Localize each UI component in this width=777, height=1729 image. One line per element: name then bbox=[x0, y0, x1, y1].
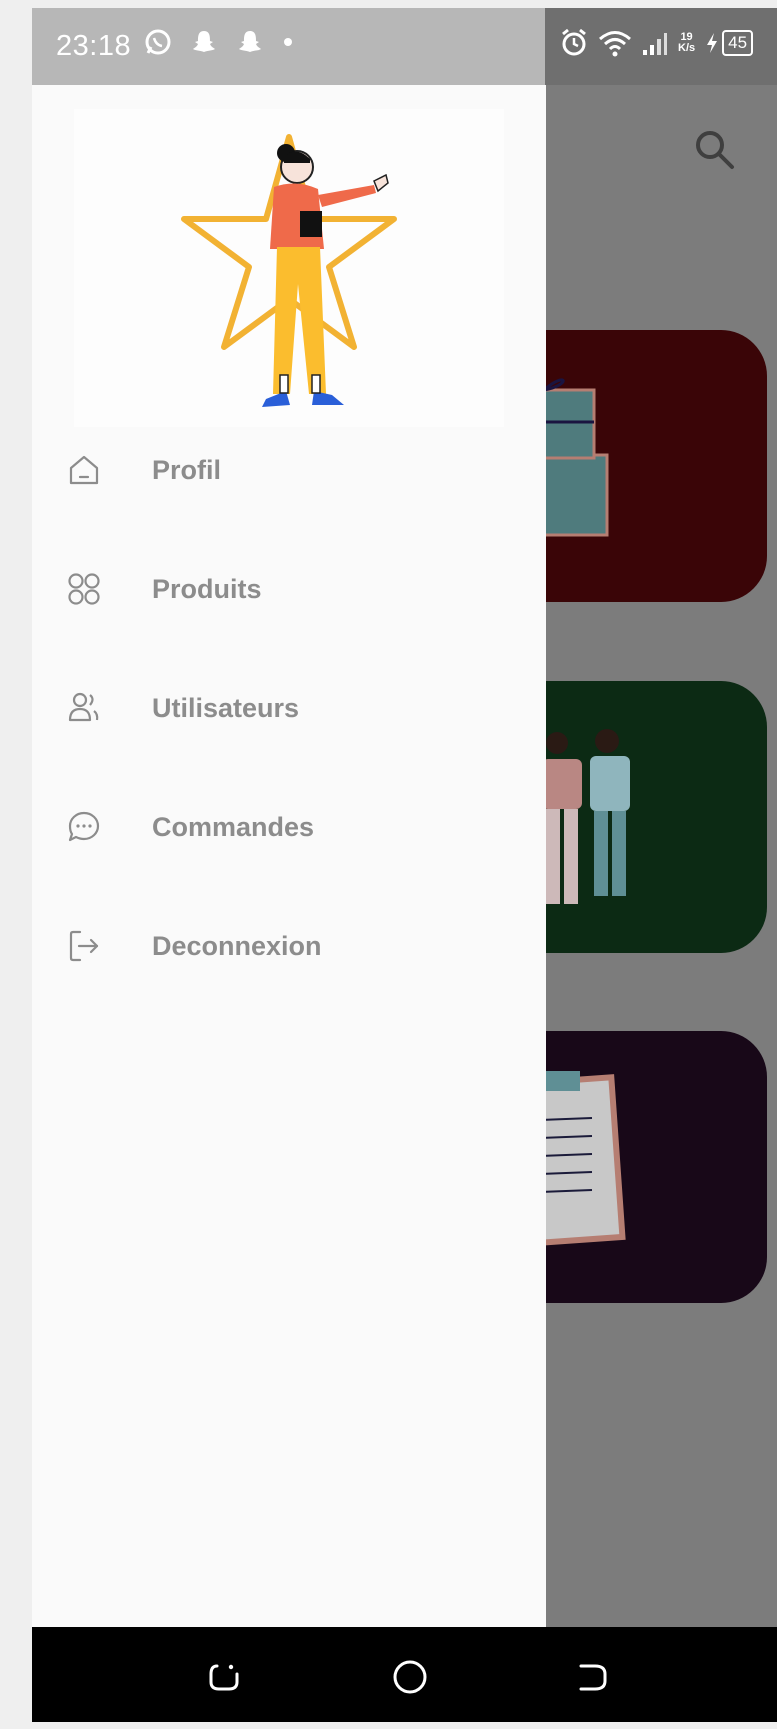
home-button-icon[interactable] bbox=[390, 1657, 430, 1697]
battery-level: 45 bbox=[722, 30, 754, 56]
back-icon[interactable] bbox=[572, 1657, 612, 1697]
drawer-header-illustration bbox=[74, 109, 504, 427]
home-icon bbox=[64, 450, 104, 490]
dot-icon bbox=[284, 38, 292, 46]
whatsapp-icon bbox=[145, 29, 171, 55]
grid-icon bbox=[64, 569, 104, 609]
menu-item-utilisateurs[interactable]: Utilisateurs bbox=[64, 678, 299, 738]
alarm-icon bbox=[562, 28, 586, 56]
navigation-bar bbox=[32, 1627, 777, 1722]
network-speed-unit: K/s bbox=[678, 42, 696, 54]
system-icons: 19 K/s 45 bbox=[560, 28, 754, 58]
menu-item-label: Commandes bbox=[152, 811, 315, 842]
chat-icon bbox=[64, 807, 104, 847]
menu-item-label: Utilisateurs bbox=[152, 692, 300, 723]
users-icon bbox=[64, 688, 104, 728]
menu-item-profil[interactable]: Profil bbox=[64, 440, 221, 500]
recent-apps-icon[interactable] bbox=[204, 1657, 244, 1697]
navigation-drawer: Profil Produits Utilisateurs Commandes D… bbox=[32, 85, 546, 1627]
snapchat-icon bbox=[239, 31, 261, 52]
menu-item-label: Profil bbox=[152, 454, 222, 485]
battery: 45 bbox=[705, 30, 754, 56]
menu-item-label: Deconnexion bbox=[152, 930, 322, 961]
search-icon[interactable] bbox=[692, 127, 736, 176]
menu-item-produits[interactable]: Produits bbox=[64, 559, 262, 619]
status-bar-right: 19 K/s 45 bbox=[545, 8, 777, 85]
notification-icons bbox=[144, 28, 294, 56]
signal-icon bbox=[643, 33, 667, 55]
status-time: 23:18 bbox=[56, 30, 132, 62]
wifi-icon bbox=[599, 31, 631, 57]
menu-item-commandes[interactable]: Commandes bbox=[64, 797, 314, 857]
network-speed: 19 K/s bbox=[678, 32, 695, 54]
menu-item-label: Produits bbox=[152, 573, 262, 604]
charging-icon bbox=[707, 33, 718, 53]
logout-icon bbox=[64, 926, 104, 966]
phone-screen: 23:18 19 K/s 45 Profil Produits Utilisat… bbox=[32, 8, 777, 1722]
menu-item-deconnexion[interactable]: Deconnexion bbox=[64, 916, 322, 976]
snapchat-icon bbox=[193, 31, 215, 52]
status-bar: 23:18 19 K/s 45 bbox=[32, 8, 777, 85]
status-bar-left: 23:18 bbox=[32, 8, 545, 85]
